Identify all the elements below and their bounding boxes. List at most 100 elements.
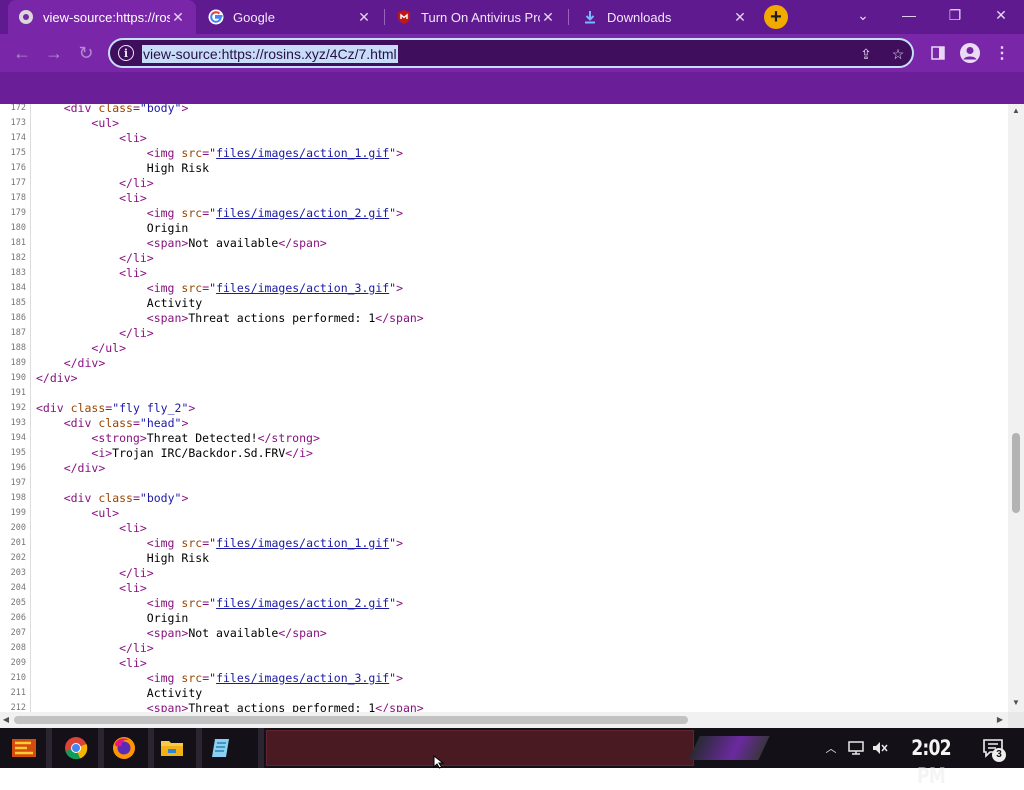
vertical-scrollbar[interactable]: ▲ ▼ [1008, 104, 1024, 712]
code-token: </div> [63, 461, 106, 475]
plus-icon[interactable]: + [764, 5, 788, 29]
start-button-icon[interactable] [4, 732, 44, 764]
tab-downloads[interactable]: Downloads ✕ [572, 0, 758, 34]
line-number: 207 [10, 628, 26, 638]
source-view: 172 <div class="body"> 173 <ul> 174 <li> 17… [0, 104, 1008, 712]
tab-title: Downloads [607, 9, 672, 25]
source-code: <img src="files/images/action_1.gif"> [36, 146, 403, 161]
source-line: 179 <img src="files/images/action_2.gif"… [0, 206, 1008, 221]
code-token: Threat actions performed: 1 [188, 701, 376, 712]
source-code: Activity [36, 296, 202, 311]
tab-antivirus[interactable]: Turn On Antivirus Protection ✕ [386, 0, 566, 34]
back-arrow-icon[interactable]: ← [8, 39, 36, 67]
source-link[interactable]: files/images/action_1.gif [216, 146, 389, 160]
chrome-icon[interactable] [56, 732, 96, 764]
tab-divider [384, 9, 385, 25]
line-number: 182 [10, 253, 26, 263]
notepad-icon[interactable] [202, 732, 242, 764]
firefox-icon[interactable] [104, 732, 144, 764]
code-token: <li> [119, 266, 147, 280]
code-token: <img [146, 671, 175, 685]
address-bar[interactable]: i view-source:https://rosins.xyz/4Cz/7.h… [108, 38, 914, 68]
tab-strip: view-source:https://rosins.xyz/4Cz/7.htm… [0, 0, 1024, 34]
line-number: 203 [10, 568, 26, 578]
address-url[interactable]: view-source:https://rosins.xyz/4Cz/7.htm… [142, 45, 398, 63]
download-icon [582, 9, 598, 25]
code-token: <div [63, 104, 92, 115]
line-number: 187 [10, 328, 26, 338]
code-token: <img [146, 596, 175, 610]
horizontal-scroll-thumb[interactable] [14, 716, 688, 724]
source-code: <img src="files/images/action_3.gif"> [36, 671, 403, 686]
source-line: 210 <img src="files/images/action_3.gif"… [0, 671, 1008, 686]
taskbar-divider [258, 728, 264, 768]
source-line: 175 <img src="files/images/action_1.gif"… [0, 146, 1008, 161]
code-token: <li> [119, 131, 147, 145]
chevron-up-icon[interactable]: ︿ [824, 736, 838, 760]
tab-view-source[interactable]: view-source:https://rosins.xyz/4Cz/7.htm… [8, 0, 196, 34]
scroll-right-arrow-icon[interactable]: ▶ [994, 715, 1006, 724]
site-info-icon[interactable]: i [118, 45, 134, 61]
close-tab-icon[interactable]: ✕ [356, 9, 372, 25]
source-link[interactable]: files/images/action_2.gif [216, 596, 389, 610]
source-line: 182 </li> [0, 251, 1008, 266]
code-token: <li> [119, 581, 147, 595]
source-code: </li> [36, 641, 154, 656]
code-token: src [181, 206, 203, 220]
code-token: class [98, 416, 133, 430]
code-token: class [98, 491, 133, 505]
source-link[interactable]: files/images/action_3.gif [216, 281, 389, 295]
line-number: 199 [10, 508, 26, 518]
source-line: 174 <li> [0, 131, 1008, 146]
forward-arrow-icon[interactable]: → [40, 39, 68, 67]
line-number: 200 [10, 523, 26, 533]
scroll-up-arrow-icon[interactable]: ▲ [1008, 106, 1024, 115]
network-icon[interactable] [846, 736, 866, 760]
share-icon[interactable]: ⇪ [856, 44, 876, 64]
code-token: </li> [119, 566, 154, 580]
reload-icon[interactable]: ↻ [72, 39, 100, 67]
side-panel-icon[interactable] [926, 41, 950, 65]
code-token: <span> [146, 701, 189, 712]
code-token: </span> [278, 236, 327, 250]
code-token: = [132, 491, 140, 505]
close-tab-icon[interactable]: ✕ [170, 9, 186, 25]
close-tab-icon[interactable]: ✕ [732, 9, 748, 25]
source-code: <li> [36, 266, 147, 281]
maximize-icon[interactable]: ❐ [932, 0, 978, 30]
tab-search-icon[interactable]: ⌄ [840, 0, 886, 30]
line-number: 210 [10, 673, 26, 683]
line-number: 189 [10, 358, 26, 368]
source-line: 177 </li> [0, 176, 1008, 191]
profile-avatar-icon[interactable] [958, 41, 982, 65]
volume-muted-icon[interactable] [870, 736, 890, 760]
source-link[interactable]: files/images/action_2.gif [216, 206, 389, 220]
code-token: > [181, 491, 189, 505]
source-link[interactable]: files/images/action_3.gif [216, 671, 389, 685]
source-code: <span>Threat actions performed: 1</span> [36, 311, 424, 326]
code-token: > [396, 281, 404, 295]
line-number: 183 [10, 268, 26, 278]
bookmark-star-icon[interactable]: ☆ [888, 44, 908, 64]
horizontal-scrollbar[interactable]: ◀ ▶ [0, 712, 1008, 728]
code-token: "head" [139, 416, 182, 430]
close-window-icon[interactable]: ✕ [978, 0, 1024, 30]
code-token: src [181, 146, 203, 160]
code-token: </li> [119, 251, 154, 265]
scroll-left-arrow-icon[interactable]: ◀ [0, 715, 12, 724]
taskbar-clock[interactable]: 2:02 PM [906, 734, 957, 788]
browser-toolbar: ← → ↻ i view-source:https://rosins.xyz/4… [0, 34, 1024, 72]
source-line: 180 Origin [0, 221, 1008, 236]
scroll-down-arrow-icon[interactable]: ▼ [1008, 698, 1024, 707]
more-menu-icon[interactable]: ⋮ [990, 41, 1014, 65]
source-line: 191 [0, 386, 1008, 401]
line-number: 202 [10, 553, 26, 563]
close-tab-icon[interactable]: ✕ [540, 9, 556, 25]
file-explorer-icon[interactable] [152, 732, 192, 764]
tab-google[interactable]: Google ✕ [198, 0, 382, 34]
source-link[interactable]: files/images/action_1.gif [216, 536, 389, 550]
code-token: <img [146, 206, 175, 220]
vertical-scroll-thumb[interactable] [1012, 433, 1020, 513]
minimize-icon[interactable]: — [886, 0, 932, 30]
code-token: = [132, 104, 140, 115]
